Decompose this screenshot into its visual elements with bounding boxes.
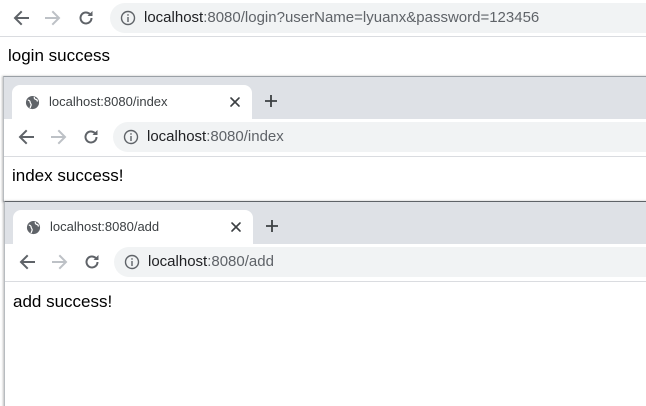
screenshot-stage: localhost:8080/login?userName=lyuanx&pas… xyxy=(0,0,646,406)
globe-icon xyxy=(26,220,41,235)
reload-icon xyxy=(85,255,99,269)
arrow-left-icon xyxy=(13,10,29,26)
address-bar[interactable]: localhost:8080/login?userName=lyuanx&pas… xyxy=(110,3,646,33)
tab-add[interactable]: localhost:8080/add xyxy=(13,210,253,244)
tab-index[interactable]: localhost:8080/index xyxy=(12,85,252,119)
forward-button[interactable] xyxy=(48,126,70,148)
index-success-text: index success! xyxy=(12,166,124,185)
url-path: :8080/add xyxy=(207,253,274,270)
reload-icon xyxy=(79,11,93,25)
add-browser-window: localhost:8080/add localhost:8080/add ad… xyxy=(4,201,646,406)
index-page-content: index success! xyxy=(4,157,646,202)
login-window-toolbar: localhost:8080/login?userName=lyuanx&pas… xyxy=(0,0,646,37)
url-text: localhost:8080/login?userName=lyuanx&pas… xyxy=(144,3,539,33)
add-success-text: add success! xyxy=(13,292,113,311)
close-icon[interactable] xyxy=(228,95,242,109)
close-icon[interactable] xyxy=(229,220,243,234)
tab-title: localhost:8080/index xyxy=(49,94,168,109)
info-icon xyxy=(120,10,136,26)
address-bar[interactable]: localhost:8080/add xyxy=(114,247,646,277)
arrow-left-icon xyxy=(19,254,35,270)
back-button[interactable] xyxy=(16,251,38,273)
url-host: localhost xyxy=(144,9,204,26)
info-icon xyxy=(124,254,140,270)
arrow-right-icon xyxy=(52,254,68,270)
arrow-left-icon xyxy=(18,129,34,145)
arrow-right-icon xyxy=(45,10,61,26)
login-page-content: login success xyxy=(0,37,646,75)
address-bar[interactable]: localhost:8080/index xyxy=(113,122,646,152)
add-page-content: add success! xyxy=(5,282,646,406)
tab-strip: localhost:8080/add xyxy=(5,202,646,244)
url-host: localhost xyxy=(147,128,207,145)
login-success-text: login success xyxy=(8,46,111,65)
back-button[interactable] xyxy=(15,126,37,148)
forward-button[interactable] xyxy=(49,251,71,273)
forward-button[interactable] xyxy=(42,7,64,29)
tab-strip: localhost:8080/index xyxy=(4,77,646,119)
globe-icon xyxy=(25,95,40,110)
reload-button[interactable] xyxy=(75,7,97,29)
index-browser-window: localhost:8080/index localhost:8080/inde… xyxy=(3,76,646,202)
url-host: localhost xyxy=(148,253,208,270)
reload-button[interactable] xyxy=(81,251,103,273)
index-toolbar: localhost:8080/index xyxy=(4,119,646,157)
tab-title: localhost:8080/add xyxy=(50,219,160,234)
info-icon xyxy=(123,129,139,145)
url-path: :8080/login?userName=lyuanx&password=123… xyxy=(203,9,540,26)
arrow-right-icon xyxy=(51,129,67,145)
add-toolbar: localhost:8080/add xyxy=(5,244,646,282)
plus-icon[interactable] xyxy=(264,218,280,234)
url-text: localhost:8080/index xyxy=(147,122,284,152)
reload-icon xyxy=(84,130,98,144)
plus-icon[interactable] xyxy=(263,93,279,109)
reload-button[interactable] xyxy=(80,126,102,148)
url-path: :8080/index xyxy=(206,128,284,145)
back-button[interactable] xyxy=(10,7,32,29)
url-text: localhost:8080/add xyxy=(148,247,274,277)
